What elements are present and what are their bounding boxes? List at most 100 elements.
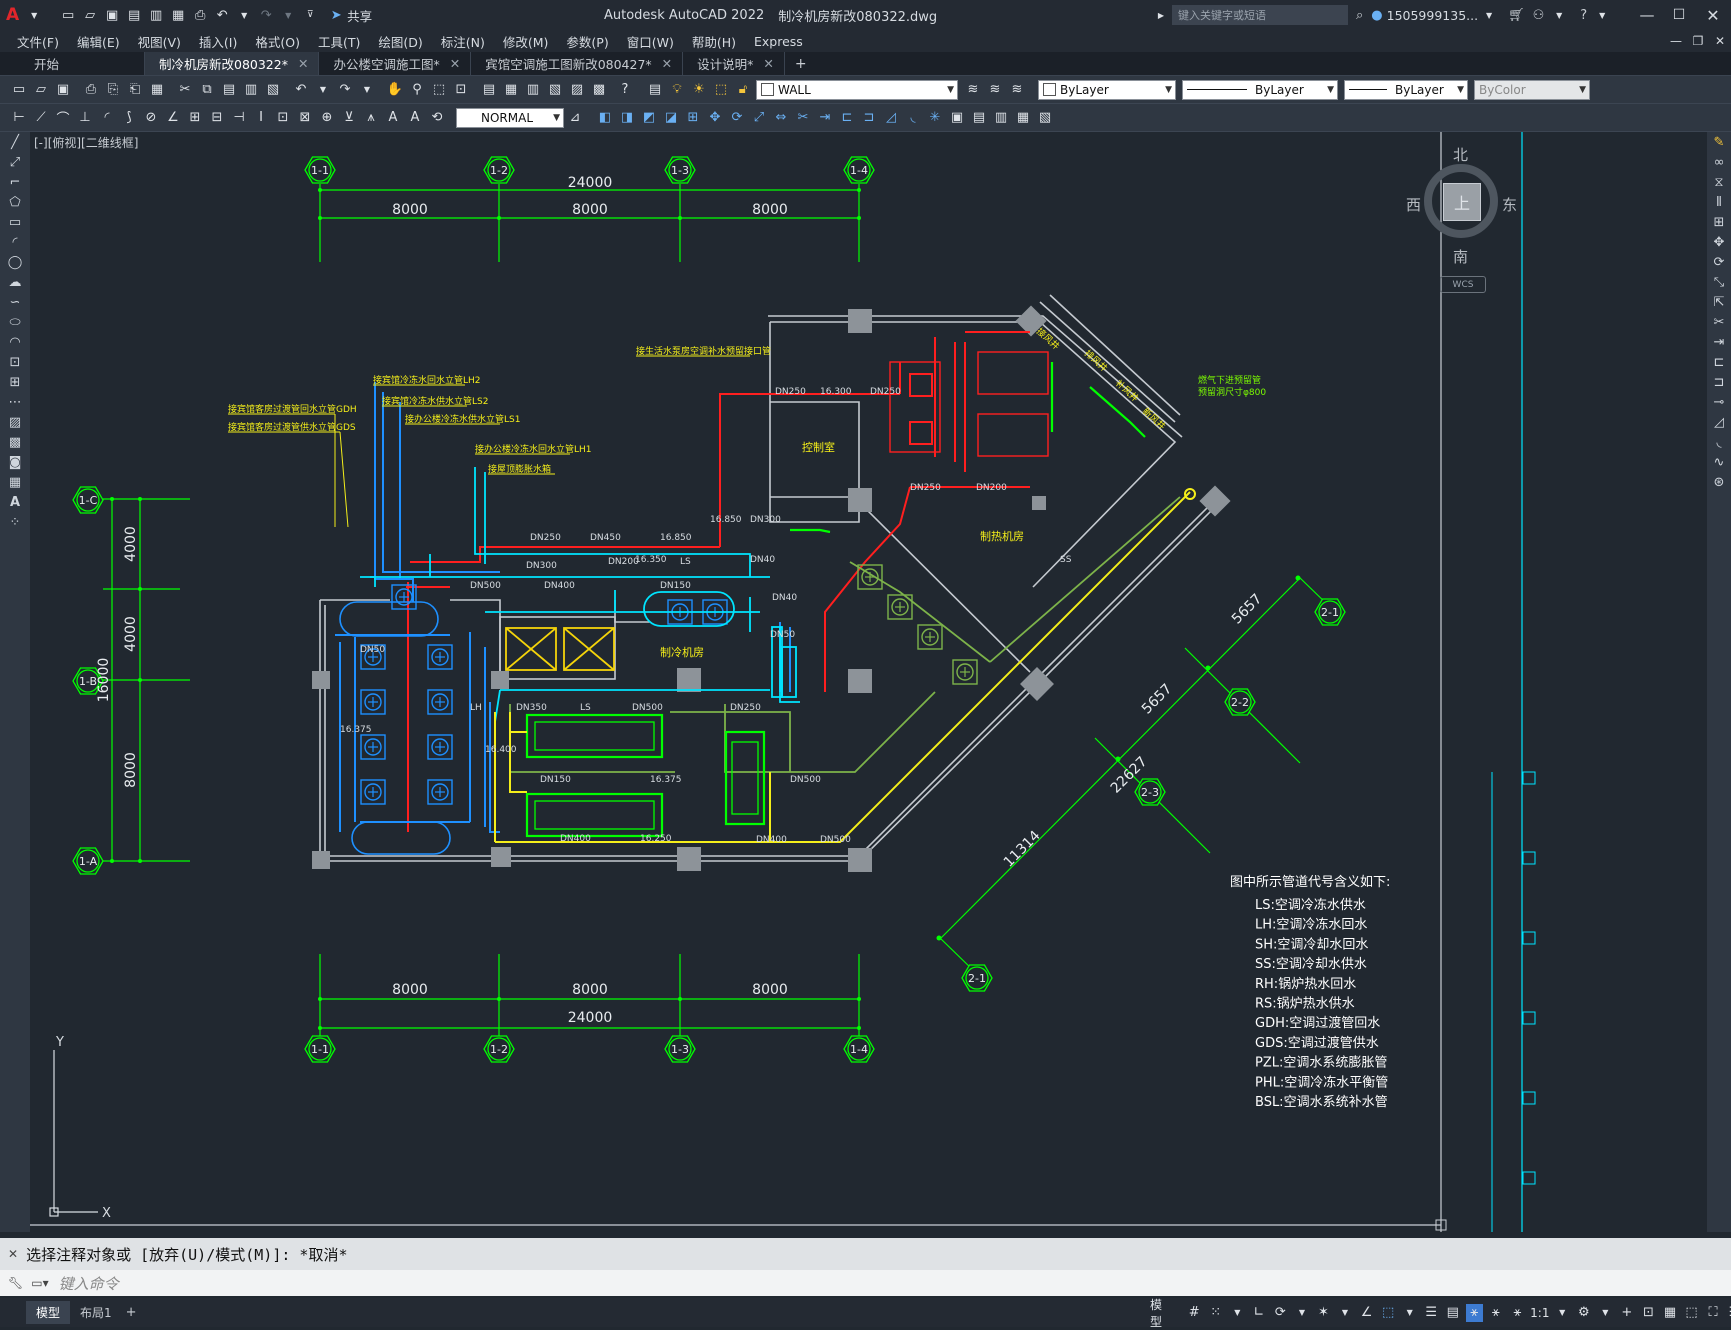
dim-textedit-icon[interactable]: A bbox=[406, 109, 424, 127]
tab-close-icon[interactable]: ✕ bbox=[298, 56, 308, 71]
add-layout-icon[interactable]: + bbox=[126, 1305, 137, 1320]
redo-dd-icon[interactable]: ▼ bbox=[358, 81, 376, 99]
cut-icon[interactable]: ✂ bbox=[176, 81, 194, 99]
iso-dropdown-icon[interactable]: ▼ bbox=[1336, 1304, 1354, 1322]
polyline-icon[interactable]: ⌐ bbox=[0, 172, 30, 192]
layer-previous-icon[interactable]: ≋ bbox=[986, 81, 1004, 99]
open-file-icon[interactable]: ▱ bbox=[81, 6, 99, 24]
plot-icon[interactable]: ⎙ bbox=[191, 6, 209, 24]
viewcube-west[interactable]: 西 bbox=[1406, 194, 1421, 215]
hatch-icon[interactable]: ▨ bbox=[0, 412, 30, 432]
explode-icon[interactable]: ✳ bbox=[926, 109, 944, 127]
undo-icon-tb[interactable]: ↶ bbox=[292, 81, 310, 99]
mirror-icon[interactable]: ◩ bbox=[640, 109, 658, 127]
zoom-window-icon[interactable]: ⬚ bbox=[430, 81, 448, 99]
rotate-icon[interactable]: ⟳ bbox=[728, 109, 746, 127]
model-space-button[interactable]: 模型 bbox=[1150, 1296, 1173, 1330]
fullscreen-icon[interactable]: ⛶ bbox=[1704, 1304, 1722, 1322]
save-web-icon[interactable]: ▦ bbox=[169, 6, 187, 24]
layer-on-icon[interactable]: 💡︎ bbox=[668, 81, 686, 99]
chamfer-icon-r[interactable]: ◿ bbox=[1707, 412, 1731, 432]
cart-icon[interactable]: 🛒︎ bbox=[1508, 8, 1525, 23]
scale-dropdown-icon[interactable]: ▼ bbox=[1553, 1304, 1571, 1322]
wcs-menu[interactable]: WCS bbox=[1440, 276, 1486, 293]
annotation-visibility-icon[interactable]: ⚹ bbox=[1465, 1303, 1484, 1322]
workspace-dropdown-icon[interactable]: ▼ bbox=[1597, 1304, 1615, 1322]
close-cmdline-icon[interactable]: ✕ bbox=[8, 1247, 18, 1261]
polar-dropdown-icon[interactable]: ▼ bbox=[1293, 1304, 1311, 1322]
otrack-icon[interactable]: ∠ bbox=[1358, 1304, 1376, 1322]
file-tab-2[interactable]: 办公楼空调施工图* ✕ bbox=[319, 52, 472, 75]
file-tab-0[interactable]: 开始 bbox=[20, 52, 145, 75]
region-icon[interactable]: ◙ bbox=[0, 452, 30, 472]
markup-icon[interactable]: ▨ bbox=[568, 81, 586, 99]
erase-pencil-icon[interactable]: ✎ bbox=[1707, 132, 1731, 152]
extend-icon[interactable]: ⇥ bbox=[816, 109, 834, 127]
autocad-logo-icon[interactable]: A bbox=[6, 5, 19, 25]
grid-icon[interactable]: # bbox=[1185, 1304, 1203, 1322]
help-icon-tb[interactable]: ? bbox=[616, 81, 634, 99]
dim-style-manager-icon[interactable]: ⊿ bbox=[566, 109, 584, 127]
save-icon-tb[interactable]: ▣ bbox=[54, 81, 72, 99]
redo-icon[interactable]: ↷ bbox=[257, 6, 275, 24]
help-icon[interactable]: ? bbox=[1580, 8, 1587, 23]
extend-icon-r[interactable]: ⇥ bbox=[1707, 332, 1731, 352]
quick-dim-icon[interactable]: ⊞ bbox=[186, 109, 204, 127]
line-icon[interactable]: ╱ bbox=[0, 132, 30, 152]
plot-preview-icon[interactable]: ⎘ bbox=[104, 81, 122, 99]
draworder-back-icon[interactable]: ▤ bbox=[970, 109, 988, 127]
dim-jogged-icon[interactable]: ⟆ bbox=[120, 109, 138, 127]
new-file-icon[interactable]: ▭ bbox=[59, 6, 77, 24]
tab-model-layout[interactable]: 模型 bbox=[26, 1301, 71, 1324]
draworder-above-icon[interactable]: ▥ bbox=[992, 109, 1010, 127]
osnap-dropdown-icon[interactable]: ▼ bbox=[1401, 1304, 1419, 1322]
fillet-icon[interactable]: ◟ bbox=[904, 109, 922, 127]
ortho-icon[interactable]: ∟ bbox=[1250, 1304, 1268, 1322]
cmd-customize-icon[interactable]: 🔧︎ bbox=[8, 1276, 23, 1290]
tool-palettes-icon[interactable]: ▥ bbox=[524, 81, 542, 99]
break-icon-r[interactable]: ⊐ bbox=[1707, 372, 1731, 392]
units-icon[interactable]: ⊡ bbox=[1640, 1304, 1658, 1322]
layer-unlock-icon[interactable]: 🔓︎ bbox=[734, 81, 752, 99]
viewcube-south[interactable]: 南 bbox=[1453, 246, 1468, 267]
matchprop-icon[interactable]: ▥ bbox=[242, 81, 260, 99]
lineweight-dropdown[interactable]: ByLayer ▼ bbox=[1344, 79, 1468, 100]
dim-arc-icon[interactable]: ⌒ bbox=[54, 109, 72, 127]
plot-icon-tb[interactable]: ⎙ bbox=[82, 81, 100, 99]
menu-item-2[interactable]: 视图(V) bbox=[129, 32, 190, 51]
osnap-icon[interactable]: ⬚ bbox=[1379, 1304, 1397, 1322]
construction-line-icon[interactable]: ⤢ bbox=[0, 152, 30, 172]
save-icon[interactable]: ▣ bbox=[103, 6, 121, 24]
menu-item-1[interactable]: 编辑(E) bbox=[68, 32, 129, 51]
layer-manager-icon[interactable]: ▤ bbox=[646, 81, 664, 99]
inspect-icon[interactable]: ⊻ bbox=[340, 109, 358, 127]
doc-minimize-button[interactable]: — bbox=[1665, 34, 1687, 48]
share-icon[interactable]: ➤ bbox=[327, 6, 345, 24]
close-button[interactable]: ✕ bbox=[1695, 6, 1731, 25]
paste-icon[interactable]: ▤ bbox=[220, 81, 238, 99]
user-icon[interactable]: ● bbox=[1371, 8, 1382, 23]
dim-radius-icon[interactable]: ◜ bbox=[98, 109, 116, 127]
tab-close-icon[interactable]: ✕ bbox=[450, 56, 460, 71]
ellipse-icon[interactable]: ⬭ bbox=[0, 312, 30, 332]
customize-quickaccess-icon[interactable]: ⊽ bbox=[301, 6, 319, 24]
copy-icon-r[interactable]: ∞ bbox=[1707, 152, 1731, 172]
mtext-icon[interactable]: A bbox=[0, 492, 30, 512]
tab-layout1[interactable]: 布局1 bbox=[70, 1301, 122, 1324]
menu-item-9[interactable]: 参数(P) bbox=[557, 32, 617, 51]
autodesk-a360-icon[interactable]: ⚇ bbox=[1533, 8, 1545, 23]
sheetset-icon[interactable]: ▧ bbox=[546, 81, 564, 99]
open-web-icon[interactable]: ▥ bbox=[147, 6, 165, 24]
customize-status-icon[interactable]: ☰ bbox=[1726, 1304, 1731, 1322]
annotation-scale-icon[interactable]: ⚹ bbox=[1509, 1304, 1527, 1322]
cmd-recent-icon[interactable]: ▭▾ bbox=[31, 1276, 48, 1290]
stretch-icon-r[interactable]: ⇱ bbox=[1707, 292, 1731, 312]
mirror-icon-r[interactable]: ⧖ bbox=[1707, 172, 1731, 192]
dim-baseline-icon[interactable]: ⊟ bbox=[208, 109, 226, 127]
break-point-icon-r[interactable]: ⊏ bbox=[1707, 352, 1731, 372]
file-tab-1[interactable]: 制冷机房新改080322* ✕ bbox=[145, 52, 320, 75]
offset-icon[interactable]: ◪ bbox=[662, 109, 680, 127]
menu-item-12[interactable]: Express bbox=[745, 34, 812, 49]
erase-icon[interactable]: ◧ bbox=[596, 109, 614, 127]
center-mark-icon[interactable]: ⊕ bbox=[318, 109, 336, 127]
